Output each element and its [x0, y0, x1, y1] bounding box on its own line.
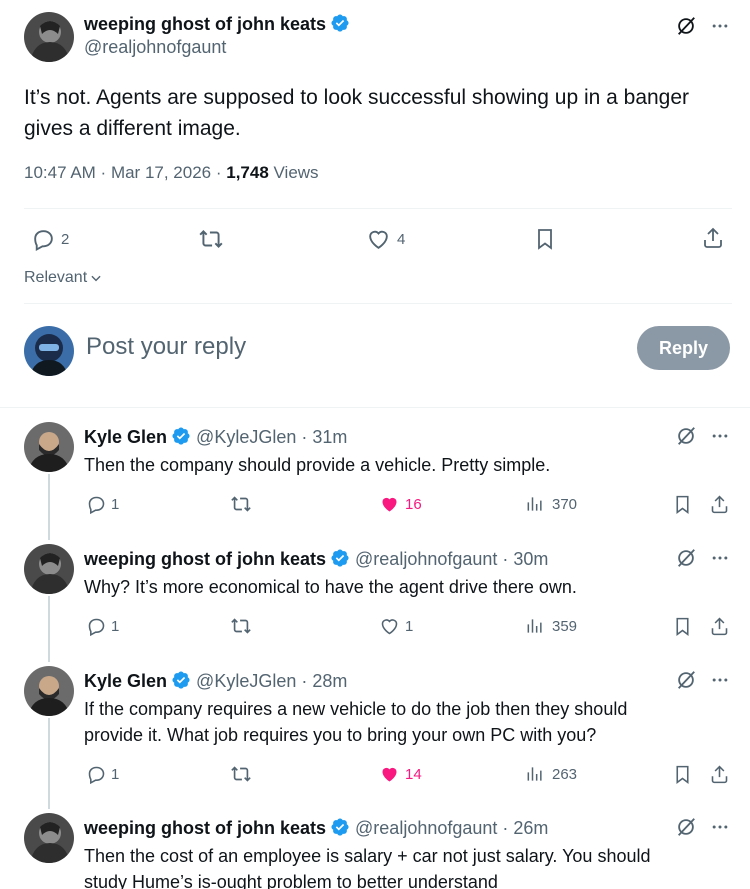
grok-icon[interactable] — [674, 815, 698, 839]
thread-line — [48, 596, 50, 662]
reply-count: 1 — [111, 496, 120, 513]
reply-time[interactable]: 26m — [513, 818, 548, 838]
more-icon[interactable] — [708, 668, 732, 692]
like-count: 1 — [405, 618, 414, 635]
bookmark-icon[interactable] — [670, 762, 694, 786]
divider — [0, 407, 750, 408]
tweet-date[interactable]: Mar 17, 2026 — [111, 163, 211, 182]
avatar[interactable] — [24, 666, 74, 716]
bookmark-icon[interactable] — [533, 226, 557, 252]
views-count: 263 — [552, 766, 578, 783]
more-icon[interactable] — [708, 14, 732, 38]
reply-text: If the company requires a new vehicle to… — [84, 699, 628, 745]
avatar[interactable] — [24, 422, 74, 472]
more-icon[interactable] — [708, 546, 732, 570]
retweet-icon[interactable] — [229, 492, 253, 516]
like-icon[interactable] — [377, 492, 401, 516]
views-icon[interactable] — [523, 614, 547, 638]
grok-icon[interactable] — [674, 424, 698, 448]
reply-header: Kyle Glen @KyleJGlen · 28m — [84, 670, 348, 691]
avatar[interactable] — [24, 544, 74, 594]
like-icon[interactable] — [365, 226, 391, 252]
reply-time[interactable]: 31m — [312, 427, 347, 447]
more-icon[interactable] — [708, 424, 732, 448]
divider — [24, 303, 732, 304]
grok-icon[interactable] — [674, 14, 698, 38]
chevron-down-icon — [89, 271, 103, 285]
reply-header: Kyle Glen @KyleJGlen · 31m — [84, 426, 348, 447]
bookmark-icon[interactable] — [670, 492, 694, 516]
bookmark-icon[interactable] — [670, 614, 694, 638]
reply-text: Then the cost of an employee is salary +… — [84, 846, 651, 889]
tweet-time[interactable]: 10:47 AM — [24, 163, 96, 182]
author-handle[interactable]: @realjohnofgaunt — [355, 818, 497, 838]
reply-time[interactable]: 28m — [312, 671, 347, 691]
reply-icon[interactable] — [84, 762, 108, 786]
reply-text: Why? It’s more economical to have the ag… — [84, 577, 577, 597]
reply-text: Then the company should provide a vehicl… — [84, 455, 551, 475]
views-count: 370 — [552, 496, 578, 513]
verified-icon — [171, 426, 191, 446]
verified-icon — [330, 817, 350, 837]
more-icon[interactable] — [708, 815, 732, 839]
share-icon[interactable] — [707, 614, 731, 638]
retweet-icon[interactable] — [197, 226, 225, 252]
author-block: weeping ghost of john keats @realjohnofg… — [84, 13, 350, 58]
like-count: 14 — [405, 766, 422, 783]
views-label: Views — [273, 163, 319, 182]
like-icon[interactable] — [377, 762, 401, 786]
reply-icon[interactable] — [84, 614, 108, 638]
verified-icon — [330, 13, 350, 33]
verified-icon — [171, 670, 191, 690]
tweet-text: It’s not. Agents are supposed to look su… — [24, 86, 690, 140]
reply-count: 2 — [61, 231, 70, 248]
author-handle[interactable]: @realjohnofgaunt — [355, 549, 497, 569]
like-icon[interactable] — [377, 614, 401, 638]
author-name[interactable]: Kyle Glen — [84, 427, 167, 447]
share-icon[interactable] — [701, 225, 725, 251]
author-handle[interactable]: @KyleJGlen — [196, 427, 296, 447]
author-name[interactable]: weeping ghost of john keats — [84, 818, 326, 838]
author-name[interactable]: weeping ghost of john keats — [84, 549, 326, 569]
author-handle[interactable]: @realjohnofgaunt — [84, 37, 350, 58]
author-name[interactable]: weeping ghost of john keats — [84, 14, 326, 34]
reply-icon[interactable] — [30, 226, 56, 252]
verified-icon — [330, 548, 350, 568]
reply-header: weeping ghost of john keats @realjohnofg… — [84, 548, 549, 569]
sort-label: Relevant — [24, 269, 88, 286]
reply-header: weeping ghost of john keats @realjohnofg… — [84, 817, 549, 838]
author-name[interactable]: Kyle Glen — [84, 671, 167, 691]
sort-dropdown[interactable]: Relevant — [24, 269, 103, 287]
reply-button[interactable]: Reply — [637, 326, 730, 370]
avatar[interactable] — [24, 813, 74, 863]
grok-icon[interactable] — [674, 546, 698, 570]
grok-icon[interactable] — [674, 668, 698, 692]
views-icon[interactable] — [523, 762, 547, 786]
views-count: 1,748 — [226, 163, 269, 182]
reply-time[interactable]: 30m — [513, 549, 548, 569]
author-handle[interactable]: @KyleJGlen — [196, 671, 296, 691]
like-count: 16 — [405, 496, 422, 513]
reply-input[interactable]: Post your reply — [86, 333, 246, 361]
thread-line — [48, 474, 50, 540]
views-count: 359 — [552, 618, 578, 635]
reply-icon[interactable] — [84, 492, 108, 516]
divider — [24, 208, 732, 209]
reply-count: 1 — [111, 618, 120, 635]
share-icon[interactable] — [707, 492, 731, 516]
tweet-meta: 10:47 AM · Mar 17, 2026 · 1,748 Views — [24, 163, 319, 182]
retweet-icon[interactable] — [229, 614, 253, 638]
reply-count: 1 — [111, 766, 120, 783]
like-count: 4 — [397, 231, 406, 248]
retweet-icon[interactable] — [229, 762, 253, 786]
my-avatar[interactable] — [24, 326, 74, 376]
avatar[interactable] — [24, 12, 74, 62]
thread-line — [48, 718, 50, 809]
share-icon[interactable] — [707, 762, 731, 786]
views-icon[interactable] — [523, 492, 547, 516]
